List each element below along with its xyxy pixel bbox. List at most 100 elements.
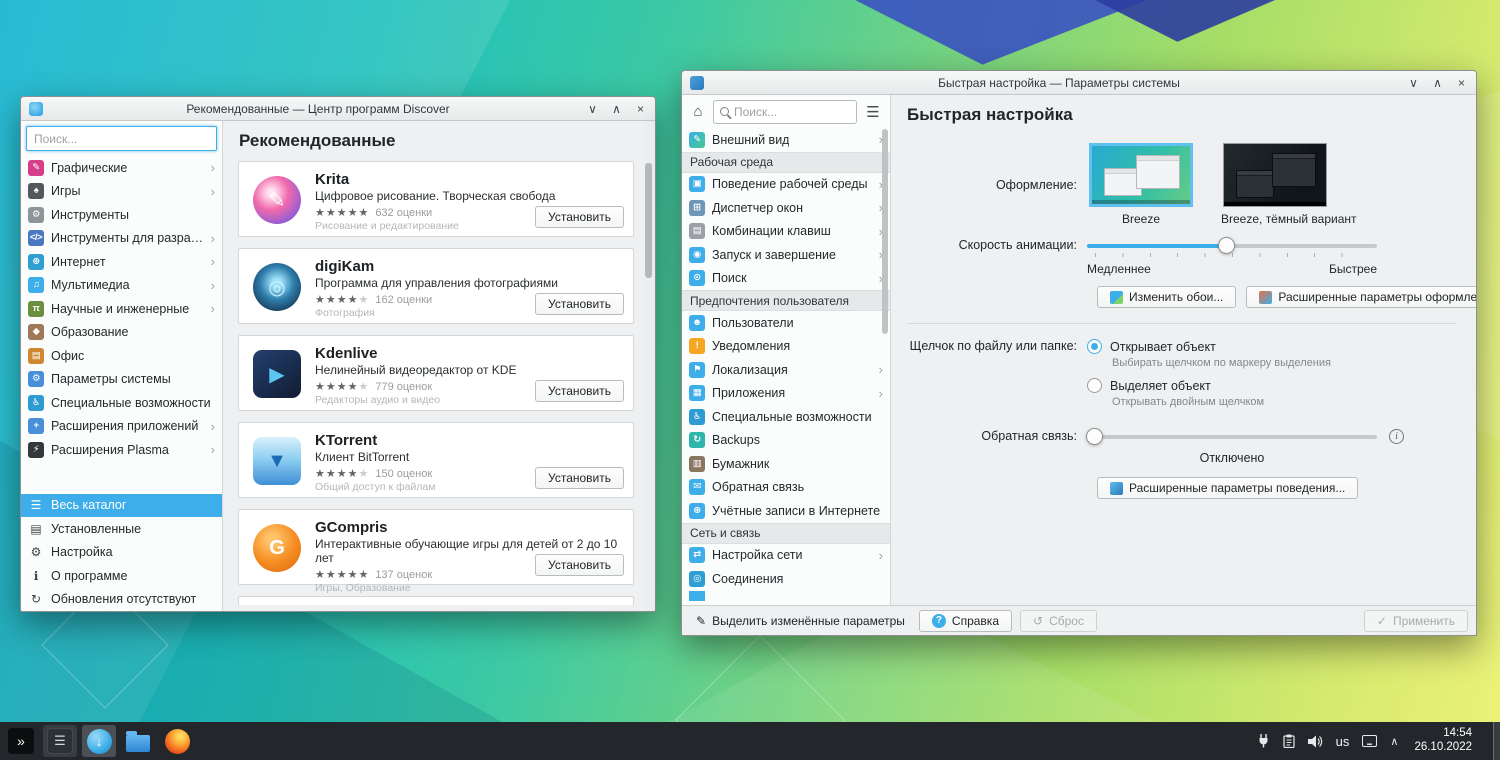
settings-titlebar[interactable]: Быстрая настройка — Параметры системы ∨ … [682,71,1476,95]
close-button[interactable]: × [634,98,647,120]
nav-label: Обновления отсутствуют [51,592,197,607]
discover-nav-item[interactable]: ☰ Весь каталог [21,493,222,517]
discover-category-item[interactable]: ◆ Образование [21,321,222,345]
settings-sidebar-item[interactable]: ◉ Запуск и завершение › [682,243,890,267]
theme-breeze-dark[interactable]: Breeze, тёмный вариант [1221,143,1357,226]
taskbar-file-manager-task[interactable] [121,725,155,757]
discover-category-item[interactable]: π Научные и инженерные › [21,297,222,321]
info-icon[interactable]: i [1389,428,1404,444]
feedback-slider-knob[interactable] [1086,428,1103,445]
animation-speed-slider[interactable] [1087,236,1377,257]
settings-sidebar-item[interactable]: ⚑ Локализация › [682,358,890,382]
network-icon[interactable] [1257,734,1270,748]
discover-titlebar[interactable]: Рекомендованные — Центр программ Discove… [21,97,655,121]
advanced-behavior-button[interactable]: Расширенные параметры поведения... [1097,477,1359,499]
development-category-icon: </> [28,230,44,247]
display-icon[interactable] [1362,735,1378,747]
discover-category-item[interactable]: ♫ Мультимедиа › [21,274,222,298]
settings-search-field[interactable] [713,99,857,124]
apply-button[interactable]: ✓ Применить [1363,609,1468,632]
app-card[interactable]: ▶ Kdenlive Нелинейный видеоредактор от KDE… [238,335,634,411]
theme-breeze[interactable]: Breeze [1087,143,1195,226]
app-card[interactable]: ✎ Krita Цифровое рисование. Творческая сво… [238,161,634,237]
discover-category-item[interactable]: ⊕ Интернет › [21,250,222,274]
taskbar-system-settings-task[interactable]: ☰ [43,725,77,757]
settings-sidebar-item[interactable]: ▣ Поведение рабочей среды › [682,173,890,197]
scrollbar-thumb[interactable] [645,163,652,278]
maximize-button[interactable]: ∧ [1431,72,1444,94]
animation-slider-fill [1087,244,1227,248]
discover-category-item[interactable]: + Расширения приложений › [21,415,222,439]
krita-app-icon: ✎ [253,176,301,224]
settings-sidebar-item[interactable]: ☻ Пользователи [682,311,890,335]
radio-open-object[interactable]: Открывает объект [1087,339,1331,354]
taskbar-discover-task[interactable]: ↓ [82,725,116,757]
expand-tray-icon[interactable]: ∧ [1390,735,1398,748]
discover-category-item[interactable]: </> Инструменты для разработ... › [21,227,222,251]
settings-sidebar-item-partial [682,590,890,601]
settings-sidebar-item[interactable]: ✎ Внешний вид › [682,128,890,152]
settings-sidebar-item[interactable]: ◎ Соединения [682,567,890,591]
minimize-button[interactable]: ∨ [1407,72,1420,94]
keyboard-layout-indicator[interactable]: us [1336,734,1350,749]
settings-sidebar-item[interactable]: ♿ Специальные возможности [682,405,890,429]
install-button[interactable]: Установить [535,293,624,315]
discover-category-item[interactable]: ⚙ Инструменты [21,203,222,227]
install-button[interactable]: Установить [535,206,624,228]
volume-icon[interactable] [1307,735,1323,748]
settings-sidebar-item[interactable]: ! Уведомления [682,335,890,359]
discover-category-item[interactable]: ✎ Графические › [21,156,222,180]
install-button[interactable]: Установить [535,380,624,402]
taskbar-firefox-task[interactable] [160,725,194,757]
install-button[interactable]: Установить [535,554,624,576]
clock[interactable]: 14:54 26.10.2022 [1414,727,1472,755]
settings-sidebar-item[interactable]: ⊙ Поиск › [682,267,890,291]
show-desktop-button[interactable] [1493,722,1500,760]
settings-sidebar-item[interactable]: ⊕ Учётные записи в Интернете [682,499,890,523]
app-card[interactable]: ▼ KTorrent Клиент BitTorrent ★★★★★ 150 оцено… [238,422,634,498]
app-launcher-button[interactable]: » [4,725,38,757]
settings-sidebar-item[interactable]: ⊞ Диспетчер окон › [682,196,890,220]
defaults-button[interactable]: ↺ Сброс [1020,609,1097,632]
home-icon[interactable]: ⌂ [688,103,708,120]
settings-sidebar-item[interactable]: ▦ Приложения › [682,382,890,406]
minimize-button[interactable]: ∨ [586,98,599,120]
menu-icon[interactable]: ☰ [862,103,884,121]
install-button[interactable]: Установить [535,467,624,489]
settings-sidebar-item[interactable]: ▥ Бумажник [682,452,890,476]
discover-scrollbar[interactable] [645,163,652,605]
ktorrent-app-icon: ▼ [253,437,301,485]
discover-nav-item[interactable]: ⚙ Настройка [21,541,222,565]
scrollbar-thumb[interactable] [882,129,888,334]
discover-category-item[interactable]: ⚙ Параметры системы [21,368,222,392]
discover-nav-item[interactable]: ℹ О программе [21,564,222,588]
app-card[interactable]: ◎ digiKam Программа для управления фотогра… [238,248,634,324]
feedback-slider[interactable] [1086,427,1377,445]
clipboard-icon[interactable] [1283,734,1295,748]
radio-select-object[interactable]: Выделяет объект [1087,378,1331,393]
settings-sidebar-item[interactable]: ⇄ Настройка сети › [682,544,890,568]
discover-search-input[interactable] [26,126,217,151]
animation-slider-knob[interactable] [1218,237,1236,254]
settings-search-input[interactable] [734,104,850,119]
discover-category-item[interactable]: ⚡ Расширения Plasma › [21,438,222,462]
settings-sidebar-item[interactable]: ✉ Обратная связь [682,476,890,500]
discover-nav-item[interactable]: ↻ Обновления отсутствуют [21,588,222,612]
discover-category-item[interactable]: ▤ Офис [21,344,222,368]
settings-sidebar-item[interactable]: ↻ Backups [682,429,890,453]
discover-category-item[interactable]: ♠ Игры › [21,180,222,204]
settings-sidebar-item[interactable]: ▤ Комбинации клавиш › [682,220,890,244]
highlight-changed-settings-button[interactable]: ✎ Выделить изменённые параметры [690,612,911,630]
discover-nav-item[interactable]: ▤ Установленные [21,517,222,541]
app-name: Krita [315,171,350,188]
close-button[interactable]: × [1455,72,1468,94]
discover-category-list: ✎ Графические › ♠ Игры › ⚙ Инструменты </> Инстру… [21,156,222,462]
app-card[interactable]: G GCompris Интерактивные обучающие игры дл… [238,509,634,594]
advanced-appearance-button[interactable]: Расширенные параметры оформления... [1246,286,1476,308]
maximize-button[interactable]: ∧ [610,98,623,120]
change-wallpaper-button[interactable]: Изменить обои... [1097,286,1237,308]
settings-sidebar-scrollbar[interactable] [882,129,888,603]
help-button[interactable]: ? Справка [918,609,1012,632]
settings-window-title: Быстрая настройка — Параметры системы [938,75,1180,90]
discover-category-item[interactable]: ♿ Специальные возможности [21,391,222,415]
